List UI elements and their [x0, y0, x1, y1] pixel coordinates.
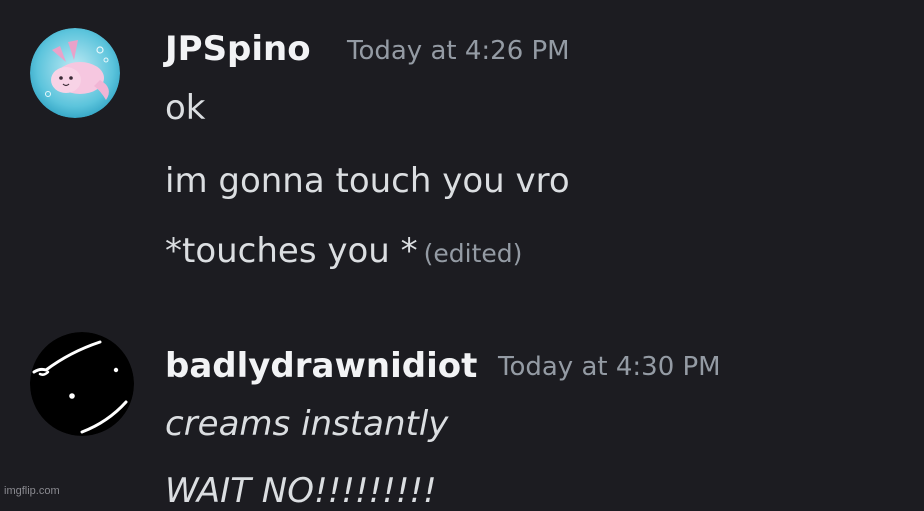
message-text: creams instantly	[165, 404, 449, 444]
username[interactable]: badlydrawnidiot	[165, 349, 477, 383]
message-line-edited: *touches you * (edited)	[165, 234, 522, 268]
timestamp: Today at 4:30 PM	[498, 352, 721, 382]
message-text: WAIT NO!!!!!!!!!	[165, 471, 437, 511]
message-text: im gonna touch you vro	[165, 161, 570, 201]
edited-label: (edited)	[423, 239, 523, 268]
message-text: ok	[165, 88, 206, 128]
username[interactable]: JPSpino	[165, 32, 311, 66]
message-text: *touches you *	[165, 231, 418, 271]
axolotl-avatar-icon[interactable]	[30, 28, 120, 118]
timestamp: Today at 4:26 PM	[347, 36, 570, 66]
scribble-face-avatar-icon[interactable]	[30, 332, 134, 436]
imgflip-watermark: imgflip.com	[4, 485, 60, 497]
